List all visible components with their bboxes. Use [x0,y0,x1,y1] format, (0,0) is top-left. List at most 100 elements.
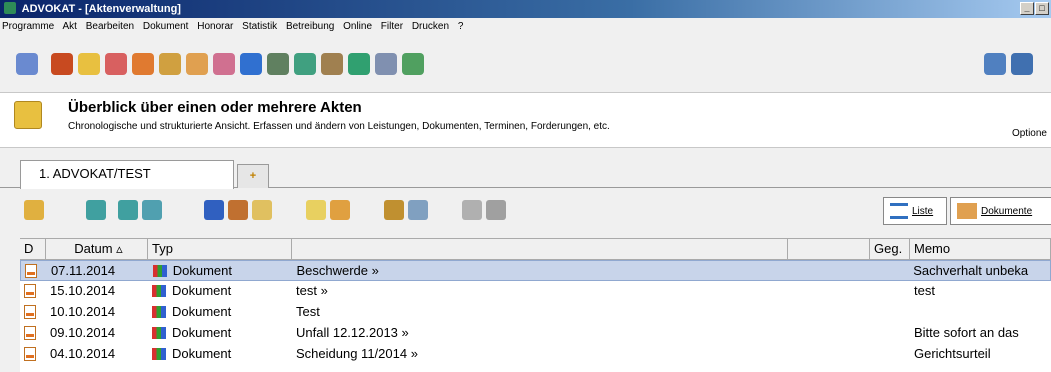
chart-icon[interactable] [240,53,262,75]
view-docs-button[interactable]: Dokumente [950,197,1051,225]
add-tab-button[interactable]: + [237,164,269,188]
menu-filter[interactable]: Filter [381,21,403,32]
diary-icon[interactable] [213,53,235,75]
row-date: 09.10.2014 [50,325,116,340]
minimize-button[interactable]: _ [1020,2,1034,15]
col-memo[interactable]: Memo [910,239,1051,259]
star-icon[interactable] [252,200,272,220]
col-geg[interactable]: Geg. [870,239,910,259]
row-date: 07.11.2014 [50,263,116,278]
folder-icon[interactable] [78,53,100,75]
graph-icon[interactable] [294,53,316,75]
row-memo [910,302,1051,323]
word-icon[interactable] [984,53,1006,75]
row-type: Dokument [172,346,232,361]
scale-icon[interactable] [384,200,404,220]
view-list-button[interactable]: Liste [883,197,947,225]
note-icon[interactable] [306,200,326,220]
archive-icon[interactable] [486,200,506,220]
view-list-label: Liste [912,205,934,217]
document-icon[interactable] [408,200,428,220]
page-header: Überblick über einen oder mehrere Akten … [0,92,1051,148]
document-type-icon [152,348,166,360]
pdf-icon [24,347,36,361]
edit-entry-icon[interactable] [118,200,138,220]
book-icon[interactable] [186,53,208,75]
app-icon[interactable] [402,53,424,75]
row-title: test » [296,283,328,298]
document-type-icon [152,306,166,318]
pdf-icon [24,326,36,340]
row-memo: Gerichtsurteil [914,346,991,361]
row-type: Dokument [172,304,232,319]
delete-entry-icon[interactable] [142,200,162,220]
pdf-icon [24,284,36,298]
document-type-icon [152,265,167,277]
file-folder-icon[interactable] [24,200,44,220]
menu-betreibung[interactable]: Betreibung [286,21,334,32]
tools-icon[interactable] [228,200,248,220]
contacts-icon[interactable] [51,53,73,75]
options-link[interactable]: Optione [1012,128,1047,139]
app-logo-icon [4,2,16,14]
window-title: ADVOKAT - [Aktenverwaltung] [21,3,181,15]
maximize-button[interactable]: □ [1035,2,1049,15]
grid-header: D Datum ▵ Typ Geg. Memo [20,239,1051,260]
row-memo: test [914,283,935,298]
search-icon[interactable] [16,53,38,75]
table-row[interactable]: 15.10.2014 Dokument test » test [20,281,1051,302]
document-type-icon [152,285,166,297]
main-toolbar [0,44,1051,84]
bank-icon[interactable] [321,53,343,75]
tab-advokat-test[interactable]: 1. ADVOKAT/TEST [20,160,234,189]
menu-bar: Programme Akt Bearbeiten Dokument Honora… [0,18,1051,36]
row-type: Dokument [172,263,232,278]
row-date: 04.10.2014 [50,346,116,361]
menu-honorar[interactable]: Honorar [197,21,233,32]
table-row[interactable]: 10.10.2014 Dokument Test [20,302,1051,323]
pdf-icon [25,264,37,278]
new-entry-icon[interactable] [86,200,106,220]
menu-programme[interactable]: Programme [2,21,54,32]
person-icon[interactable] [132,53,154,75]
tab-strip: 1. ADVOKAT/TEST + [0,158,1051,189]
row-memo: Sachverhalt unbeka [913,263,1029,278]
row-date: 10.10.2014 [50,304,116,319]
col-title[interactable] [292,239,788,259]
row-title: Beschwerde » [296,263,379,278]
document-grid: D Datum ▵ Typ Geg. Memo 07.11.2014 Dokum… [20,238,1051,372]
mail-icon[interactable] [330,200,350,220]
table-row[interactable]: 09.10.2014 Dokument Unfall 12.12.2013 » … [20,323,1051,344]
row-type: Dokument [172,283,232,298]
table-icon[interactable] [267,53,289,75]
table-row[interactable]: 07.11.2014 Dokument Beschwerde » Sachver… [20,260,1051,281]
calendar-date-icon[interactable] [1011,53,1033,75]
menu-drucken[interactable]: Drucken [412,21,449,32]
menu-dokument[interactable]: Dokument [143,21,189,32]
menu-online[interactable]: Online [343,21,372,32]
col-blank[interactable] [788,239,870,259]
form-icon[interactable] [375,53,397,75]
row-title: Scheidung 11/2014 » [296,346,418,361]
col-datum[interactable]: Datum ▵ [46,239,148,259]
page-title: Überblick über einen oder mehrere Akten [68,99,362,116]
menu-akt[interactable]: Akt [62,21,76,32]
row-type: Dokument [172,325,232,340]
row-title: Unfall 12.12.2013 » [296,325,409,340]
col-typ[interactable]: Typ [148,239,292,259]
menu-statistik[interactable]: Statistik [242,21,277,32]
table-row[interactable]: 04.10.2014 Dokument Scheidung 11/2014 » … [20,344,1051,365]
page-subtitle: Chronologische und strukturierte Ansicht… [68,121,610,132]
menu-bearbeiten[interactable]: Bearbeiten [86,21,134,32]
calendar-icon[interactable] [105,53,127,75]
copy-icon[interactable] [462,200,482,220]
refresh-icon[interactable] [348,53,370,75]
cd-icon[interactable] [159,53,181,75]
menu-help[interactable]: ? [458,21,464,32]
pdf-icon [24,305,36,319]
view-docs-label: Dokumente [981,205,1033,217]
open-folder-icon [14,101,42,129]
find-icon[interactable] [204,200,224,220]
col-d[interactable]: D [20,239,46,259]
list-icon [890,203,908,219]
